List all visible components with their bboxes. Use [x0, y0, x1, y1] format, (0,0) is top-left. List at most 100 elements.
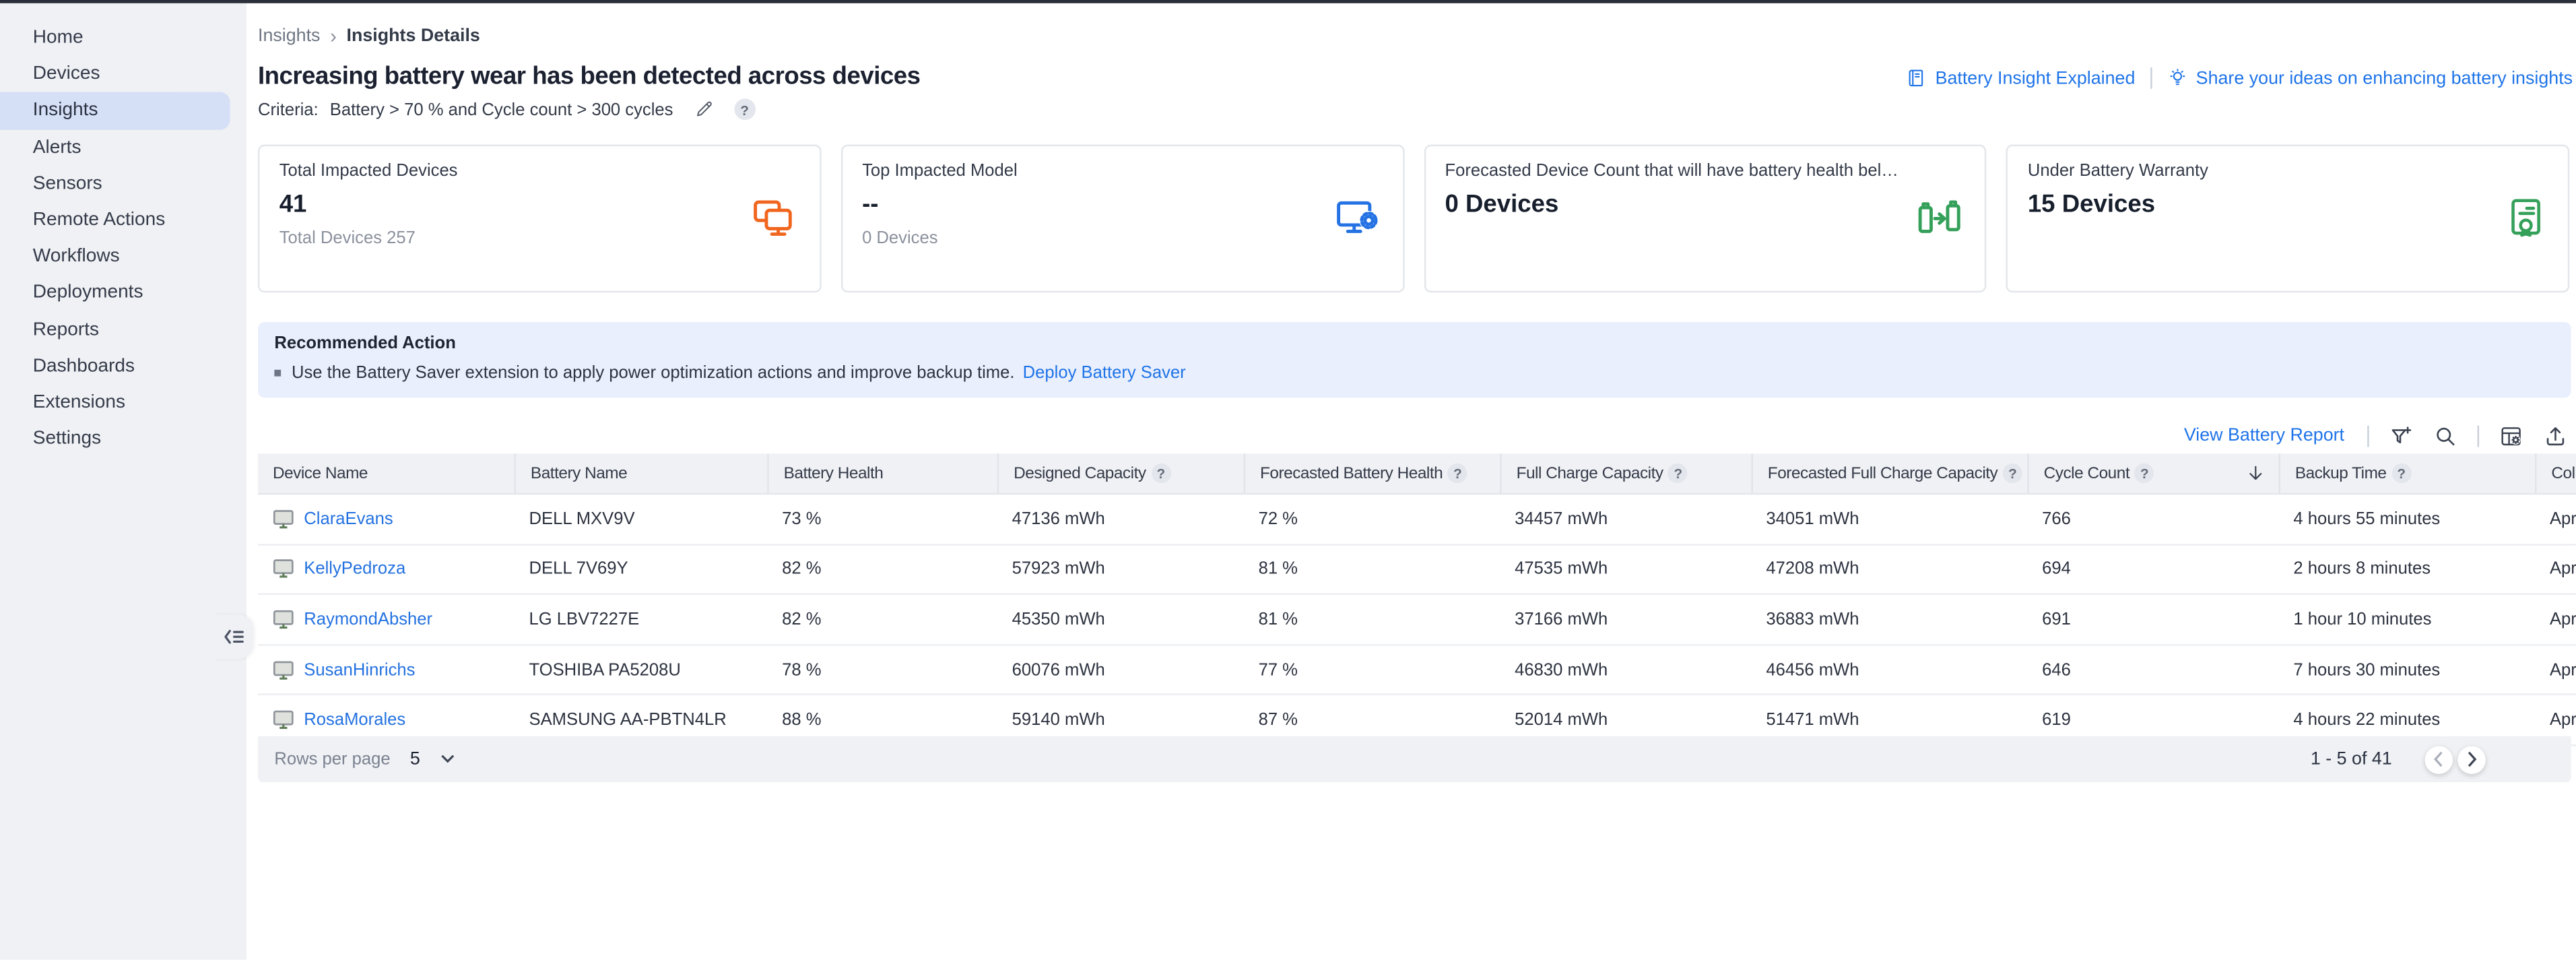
backup-time-cell: 4 hours 55 minutes: [2278, 509, 2535, 529]
export-icon[interactable]: [2543, 423, 2568, 448]
column-header-full-charge-capacity[interactable]: Full Charge Capacity?: [1500, 453, 1751, 493]
forecasted-battery-health-cell: 87 %: [1244, 710, 1500, 730]
battery-name-cell: SAMSUNG AA-PBTN4LR: [515, 710, 768, 730]
sidebar-item-sensors[interactable]: Sensors: [0, 166, 246, 202]
column-help-icon[interactable]: ?: [1151, 463, 1170, 483]
column-help-icon[interactable]: ?: [1668, 463, 1688, 483]
sidebar-collapse-button[interactable]: [213, 614, 253, 659]
device-monitor-icon: [273, 559, 294, 579]
recommended-action-banner: Recommended Action Use the Battery Saver…: [258, 322, 2571, 397]
device-link[interactable]: ClaraEvans: [304, 509, 393, 529]
forecasted-full-charge-capacity-cell: 36883 mWh: [1751, 610, 2027, 629]
sidebar-item-label: Remote Actions: [33, 210, 165, 230]
view-battery-report-link[interactable]: View Battery Report: [2184, 426, 2344, 445]
next-page-button[interactable]: [2457, 745, 2485, 773]
sidebar-item-devices[interactable]: Devices: [0, 56, 246, 92]
designed-capacity-cell: 59140 mWh: [997, 710, 1244, 730]
table-row: RaymondAbsher LG LBV7227E 82 % 45350 mWh…: [258, 596, 2576, 646]
rows-per-page-label: Rows per page: [274, 749, 390, 769]
devices-overlap-icon: [750, 197, 798, 241]
full-charge-capacity-cell: 52014 mWh: [1500, 710, 1751, 730]
sidebar-item-label: Dashboards: [33, 356, 135, 376]
designed-capacity-cell: 45350 mWh: [997, 610, 1244, 629]
card-value: 41: [279, 191, 800, 218]
column-label: Forecasted Full Charge Capacity: [1768, 464, 1997, 482]
sort-descending-icon[interactable]: [2246, 463, 2266, 483]
sidebar-item-deployments[interactable]: Deployments: [0, 275, 246, 311]
filter-icon[interactable]: [2389, 423, 2414, 448]
column-help-icon[interactable]: ?: [2003, 463, 2022, 483]
share-ideas-link[interactable]: Share your ideas on enhancing battery in…: [2167, 67, 2573, 89]
edit-criteria-icon[interactable]: [693, 98, 715, 120]
battery-table: Device Name Battery Name Battery Health …: [258, 453, 2576, 746]
battery-name-cell: DELL 7V69Y: [515, 559, 768, 579]
card-value: 0 Devices: [1445, 191, 1965, 218]
battery-name-cell: LG LBV7227E: [515, 610, 768, 629]
recommended-action-text: Use the Battery Saver extension to apply…: [292, 363, 1014, 383]
forecasted-full-charge-capacity-cell: 47208 mWh: [1751, 559, 2027, 579]
sidebar-item-settings[interactable]: Settings: [0, 421, 246, 457]
pagination-controls: 1 - 5 of 41: [2311, 745, 2486, 773]
column-label: Device Name: [273, 464, 368, 482]
device-link[interactable]: RosaMorales: [304, 710, 405, 730]
table-header-row: Device Name Battery Name Battery Health …: [258, 453, 2576, 494]
breadcrumb-insights[interactable]: Insights: [258, 26, 321, 46]
sidebar-item-extensions[interactable]: Extensions: [0, 385, 246, 421]
column-header-backup-time[interactable]: Backup Time?: [2278, 453, 2535, 493]
deploy-battery-saver-link[interactable]: Deploy Battery Saver: [1023, 363, 1186, 383]
toolbar-divider: [2478, 425, 2479, 447]
stat-cards: Total Impacted Devices 41 Total Devices …: [258, 145, 2569, 293]
cycle-count-cell: 766: [2027, 509, 2278, 529]
search-icon[interactable]: [2433, 423, 2458, 448]
recommended-action-title: Recommended Action: [274, 333, 2554, 353]
column-label: Battery Health: [784, 464, 884, 482]
sidebar-item-insights[interactable]: Insights: [0, 93, 230, 129]
column-header-designed-capacity[interactable]: Designed Capacity?: [997, 453, 1244, 493]
column-label: Full Charge Capacity: [1517, 464, 1663, 482]
device-monitor-icon: [273, 610, 294, 629]
breadcrumb: Insights › Insights Details: [258, 25, 480, 48]
backup-time-cell: 2 hours 8 minutes: [2278, 559, 2535, 579]
battery-insight-explained-link[interactable]: Battery Insight Explained: [1906, 67, 2136, 89]
sidebar-item-alerts[interactable]: Alerts: [0, 129, 246, 166]
column-header-battery-health[interactable]: Battery Health: [767, 453, 997, 493]
table-pagination-bar: Rows per page 5 1 - 5 of 41: [258, 736, 2571, 782]
criteria-help-icon[interactable]: ?: [734, 98, 756, 120]
column-header-device-name[interactable]: Device Name: [258, 453, 515, 493]
column-header-collected-time[interactable]: Colle: [2535, 453, 2576, 493]
device-link[interactable]: KellyPedroza: [304, 559, 405, 579]
breadcrumb-separator: ›: [330, 25, 337, 48]
column-label: Battery Name: [531, 464, 627, 482]
monitor-gear-icon: [1333, 197, 1381, 241]
collected-time-cell: Apr 2: [2535, 660, 2576, 680]
links-divider: [2150, 67, 2151, 89]
column-header-forecasted-battery-health[interactable]: Forecasted Battery Health?: [1244, 453, 1500, 493]
designed-capacity-cell: 57923 mWh: [997, 559, 1244, 579]
column-header-battery-name[interactable]: Battery Name: [515, 453, 768, 493]
forecasted-battery-health-cell: 77 %: [1244, 660, 1500, 680]
device-link[interactable]: RaymondAbsher: [304, 610, 432, 629]
sidebar-item-home[interactable]: Home: [0, 20, 246, 56]
forecasted-full-charge-capacity-cell: 51471 mWh: [1751, 710, 2027, 730]
full-charge-capacity-cell: 46830 mWh: [1500, 660, 1751, 680]
backup-time-cell: 1 hour 10 minutes: [2278, 610, 2535, 629]
column-header-forecasted-full-charge-capacity[interactable]: Forecasted Full Charge Capacity?: [1751, 453, 2027, 493]
rows-per-page-select[interactable]: Rows per page 5: [274, 749, 455, 769]
previous-page-button[interactable]: [2425, 745, 2453, 773]
column-header-cycle-count[interactable]: Cycle Count?: [2027, 453, 2278, 493]
backup-time-cell: 4 hours 22 minutes: [2278, 710, 2535, 730]
page-title: Increasing battery wear has been detecte…: [258, 63, 920, 90]
sidebar-item-dashboards[interactable]: Dashboards: [0, 348, 246, 384]
column-settings-icon[interactable]: [2499, 423, 2523, 448]
sidebar-item-reports[interactable]: Reports: [0, 311, 246, 348]
full-charge-capacity-cell: 34457 mWh: [1500, 509, 1751, 529]
device-link[interactable]: SusanHinrichs: [304, 660, 415, 680]
sidebar-item-label: Alerts: [33, 137, 81, 157]
pagination-range: 1 - 5 of 41: [2311, 749, 2392, 769]
column-help-icon[interactable]: ?: [1448, 463, 1467, 483]
column-help-icon[interactable]: ?: [2391, 463, 2411, 483]
column-help-icon[interactable]: ?: [2134, 463, 2154, 483]
sidebar-item-remote-actions[interactable]: Remote Actions: [0, 202, 246, 238]
battery-transfer-icon: [1916, 197, 1964, 241]
sidebar-item-workflows[interactable]: Workflows: [0, 238, 246, 275]
